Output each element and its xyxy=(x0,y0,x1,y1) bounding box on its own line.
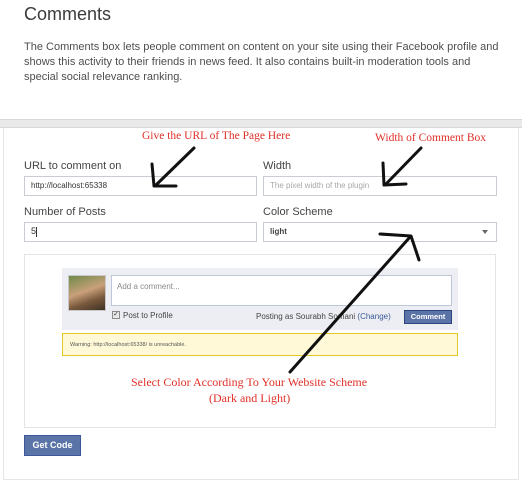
color-scheme-select[interactable]: light xyxy=(263,222,497,242)
color-scheme-label: Color Scheme xyxy=(263,206,333,218)
url-label: URL to comment on xyxy=(24,160,122,172)
post-to-profile-label: Post to Profile xyxy=(123,311,173,320)
posts-input[interactable]: 5 xyxy=(24,222,257,242)
warning-message: Warning: http://localhost:65338/ is unre… xyxy=(62,333,458,356)
avatar xyxy=(68,275,106,311)
posting-as-name: Posting as Sourabh Somani xyxy=(256,312,356,321)
comment-input[interactable]: Add a comment... xyxy=(111,275,452,306)
get-code-button[interactable]: Get Code xyxy=(24,435,81,456)
color-scheme-value: light xyxy=(270,227,287,236)
intro-text: The Comments box lets people comment on … xyxy=(24,41,499,83)
chevron-down-icon xyxy=(482,230,488,234)
width-input[interactable]: The pixel width of the plugin xyxy=(263,176,497,196)
section-divider xyxy=(0,119,522,128)
annotation-width-note: Width of Comment Box xyxy=(375,132,487,144)
annotation-color-note-line1: Select Color According To Your Website S… xyxy=(131,375,368,389)
text-cursor xyxy=(36,226,38,237)
posting-as-text: Posting as Sourabh Somani (Change) xyxy=(256,312,391,321)
posts-label: Number of Posts xyxy=(24,206,106,218)
comment-button[interactable]: Comment xyxy=(404,310,452,324)
width-label: Width xyxy=(263,160,292,172)
change-user-link[interactable]: (Change) xyxy=(357,312,390,321)
annotation-color-note-line2: (Dark and Light) xyxy=(209,391,291,405)
annotation-url-note: Give the URL of The Page Here xyxy=(142,130,291,142)
post-to-profile-checkbox[interactable]: ✓ xyxy=(112,311,120,319)
url-input[interactable]: http://localhost:65338 xyxy=(24,176,257,196)
page-title: Comments xyxy=(24,4,112,24)
